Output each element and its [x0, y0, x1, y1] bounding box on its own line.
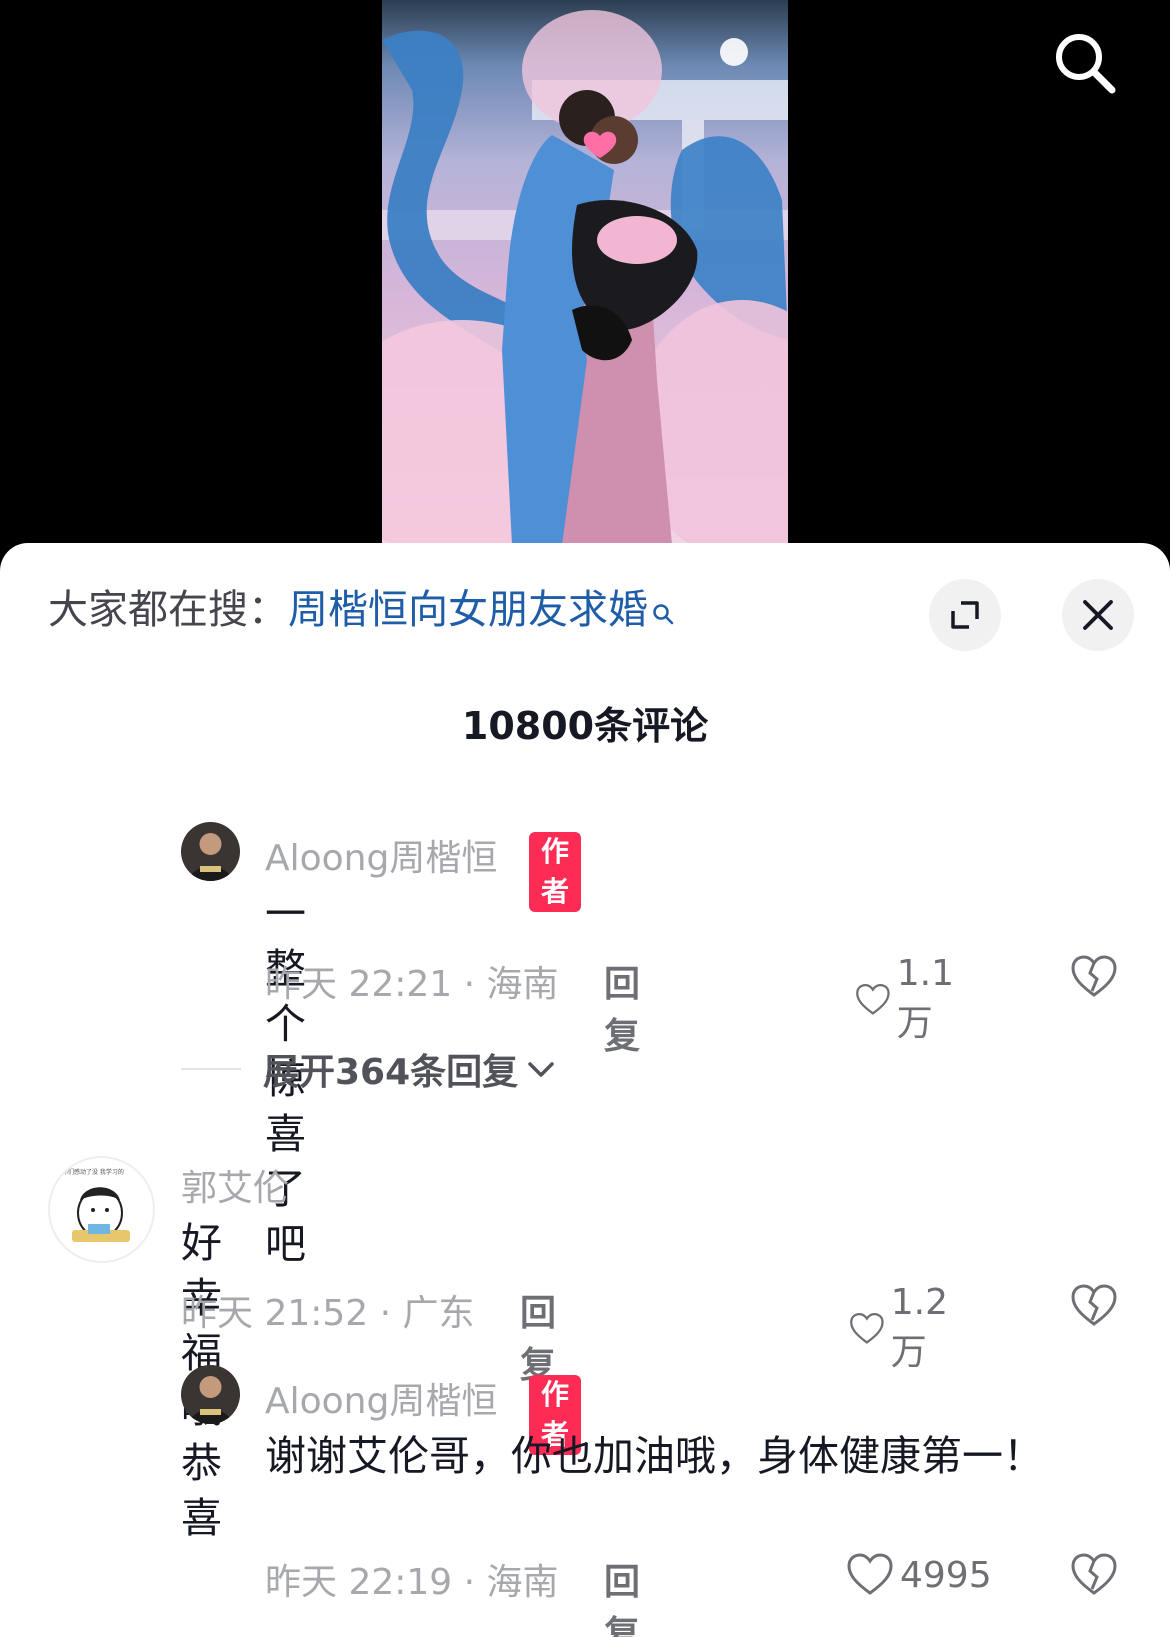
heart-icon	[856, 983, 890, 1015]
close-button[interactable]	[1062, 579, 1134, 651]
broken-heart-icon	[1071, 1284, 1117, 1326]
like-count: 1.1万	[896, 953, 955, 1044]
author-badge: 作者	[529, 832, 582, 912]
dislike-button[interactable]	[1070, 1282, 1118, 1334]
reply-button[interactable]: 回复	[604, 955, 640, 1059]
comment-author[interactable]: Aloong周楷恒	[265, 1372, 497, 1424]
expand-replies-button[interactable]: 展开364条回复	[181, 1043, 558, 1095]
divider	[181, 1068, 241, 1070]
video-player[interactable]	[0, 0, 1170, 560]
like-button[interactable]: 4995	[846, 1551, 992, 1599]
search-icon	[1056, 34, 1116, 94]
dislike-button[interactable]	[1070, 953, 1118, 1005]
expand-replies-label: 展开364条回复	[263, 1052, 519, 1093]
comment-author[interactable]: Aloong周楷恒	[265, 829, 497, 881]
comment-count-title: 10800条评论	[461, 704, 709, 748]
close-icon	[1083, 600, 1113, 630]
comment-meta: 昨天 22:19 · 海南	[265, 1562, 559, 1603]
dislike-button[interactable]	[1070, 1551, 1118, 1603]
avatar[interactable]	[181, 822, 240, 881]
avatar[interactable]	[181, 1365, 240, 1424]
like-count: 4995	[900, 1554, 992, 1596]
comment-author[interactable]: 郭艾伦	[181, 1159, 289, 1211]
search-button[interactable]	[1052, 30, 1118, 96]
comment-text: 谢谢艾伦哥，你也加油哦，身体健康第一！	[265, 1432, 1044, 1480]
avatar[interactable]: 你们感动了没 我学习的	[48, 1156, 155, 1263]
hot-search-bar[interactable]: 大家都在搜：周楷恒向女朋友求婚	[48, 585, 674, 637]
broken-heart-icon	[1071, 955, 1117, 997]
comment-meta: 昨天 22:21 · 海南	[265, 964, 559, 1005]
avatar-caption: 你们感动了没 我学习的	[62, 1168, 124, 1176]
expand-icon	[951, 601, 979, 629]
broken-heart-icon	[1071, 1553, 1117, 1595]
hot-search-prefix: 大家都在搜：	[48, 587, 288, 633]
heart-icon	[847, 1553, 893, 1595]
comment-sheet: 大家都在搜：周楷恒向女朋友求婚 10800条评论 Aloong周楷恒 作者 一整…	[0, 543, 1170, 1637]
comment-meta: 昨天 21:52 · 广东	[181, 1293, 475, 1334]
expand-button[interactable]	[929, 579, 1001, 651]
video-thumbnail[interactable]	[382, 0, 788, 545]
like-button[interactable]: 1.1万	[855, 953, 966, 1046]
reply-button[interactable]: 回复	[604, 1553, 640, 1637]
video-image	[382, 10, 788, 545]
like-count: 1.2万	[890, 1282, 949, 1373]
like-button[interactable]: 1.2万	[849, 1282, 960, 1375]
hot-search-query[interactable]: 周楷恒向女朋友求婚	[288, 587, 648, 633]
reply-button[interactable]: 回复	[520, 1284, 556, 1388]
search-icon	[652, 587, 674, 637]
heart-icon	[850, 1312, 884, 1344]
chevron-down-icon	[528, 1062, 554, 1077]
